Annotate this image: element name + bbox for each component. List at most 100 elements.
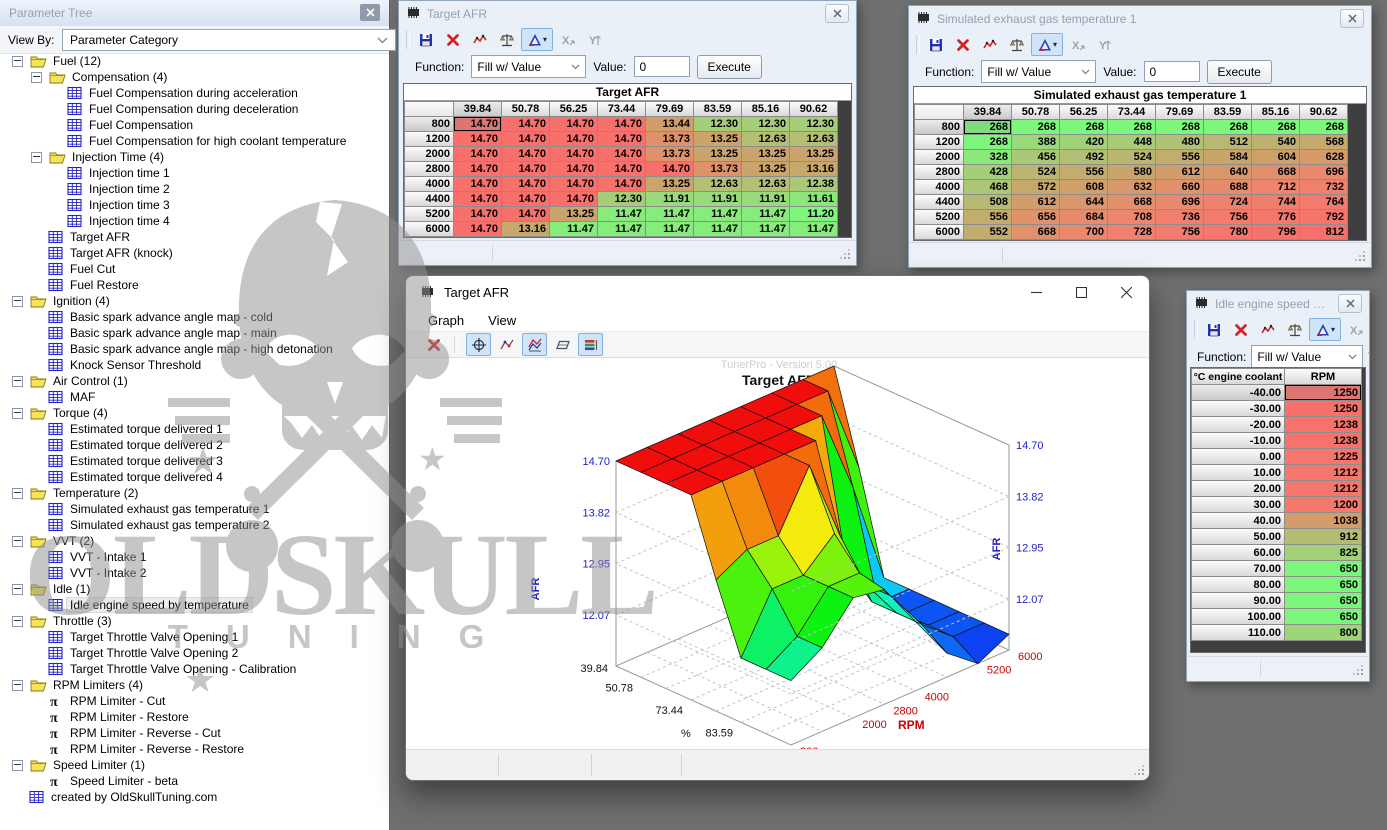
function-select[interactable]: Fill w/ Value [1251, 345, 1363, 368]
value-input[interactable]: 0 [634, 56, 690, 77]
column-header[interactable]: 85.16 [1252, 105, 1299, 119]
tree-item[interactable]: Injection time 3 [0, 197, 389, 213]
table-cell[interactable]: 13.25 [694, 147, 741, 161]
table-cell[interactable]: 696 [1156, 195, 1203, 209]
table-cell[interactable]: 11.47 [646, 207, 693, 221]
minimize-button[interactable] [1014, 276, 1059, 309]
table-cell[interactable]: 736 [1156, 210, 1203, 224]
table-cell[interactable]: 14.70 [550, 162, 597, 176]
table-cell[interactable]: 696 [1300, 165, 1347, 179]
tree-item[interactable]: Knock Sensor Threshold [0, 357, 389, 373]
row-header[interactable]: 4400 [915, 195, 963, 209]
table-cell[interactable]: 11.20 [790, 207, 837, 221]
table-cell[interactable]: 684 [1060, 210, 1107, 224]
tree-item[interactable]: Ignition (4) [0, 293, 389, 309]
table-cell[interactable]: 14.70 [598, 177, 645, 191]
table-cell[interactable]: 14.70 [550, 117, 597, 131]
tree-item[interactable]: Estimated torque delivered 2 [0, 437, 389, 453]
table-cell[interactable]: 13.25 [646, 177, 693, 191]
execute-button[interactable]: Execute [1207, 60, 1272, 84]
table-cell[interactable]: 812 [1300, 225, 1347, 239]
table-cell[interactable]: 11.91 [742, 192, 789, 206]
table-cell[interactable]: 796 [1252, 225, 1299, 239]
tree-item[interactable]: Target AFR [0, 229, 389, 245]
row-header[interactable]: 100.00 [1192, 609, 1284, 624]
tree-item[interactable]: created by OldSkullTuning.com [0, 789, 389, 805]
column-header[interactable]: RPM [1285, 369, 1361, 384]
table-cell[interactable]: 650 [1285, 593, 1361, 608]
trace-button[interactable] [494, 333, 519, 356]
table-cell[interactable]: 700 [1060, 225, 1107, 239]
delete-button[interactable] [1228, 318, 1253, 341]
row-header[interactable]: 2000 [915, 150, 963, 164]
resize-grip[interactable] [1353, 665, 1363, 675]
table-cell[interactable]: 1212 [1285, 481, 1361, 496]
tree-item[interactable]: πRPM Limiter - Reverse - Restore [0, 741, 389, 757]
collapse-icon[interactable] [31, 152, 42, 163]
table-cell[interactable]: 612 [1156, 165, 1203, 179]
table-cell[interactable]: 480 [1156, 135, 1203, 149]
row-header[interactable]: 30.00 [1192, 497, 1284, 512]
row-header[interactable]: -40.00 [1192, 385, 1284, 400]
table-cell[interactable]: 328 [964, 150, 1011, 164]
delta-button[interactable]: ▾ [521, 28, 553, 51]
table-cell[interactable]: 12.63 [790, 132, 837, 146]
row-header[interactable]: -20.00 [1192, 417, 1284, 432]
table-cell[interactable]: 580 [1108, 165, 1155, 179]
table-cell[interactable]: 13.25 [742, 147, 789, 161]
table-cell[interactable]: 650 [1285, 561, 1361, 576]
menu-view[interactable]: View [478, 312, 526, 329]
tree-item[interactable]: Target Throttle Valve Opening - Calibrat… [0, 661, 389, 677]
table-cell[interactable]: 632 [1108, 180, 1155, 194]
maximize-button[interactable] [1059, 276, 1104, 309]
graph-button[interactable] [467, 28, 492, 51]
delete-button[interactable] [950, 33, 975, 56]
table-cell[interactable]: 11.91 [646, 192, 693, 206]
compare-button[interactable] [494, 28, 519, 51]
column-header[interactable]: 79.69 [646, 102, 693, 116]
table-cell[interactable]: 14.70 [598, 132, 645, 146]
collapse-icon[interactable] [12, 584, 23, 595]
table-cell[interactable]: 14.70 [598, 117, 645, 131]
row-header[interactable]: 5200 [405, 207, 453, 221]
tree-item[interactable]: Estimated torque delivered 4 [0, 469, 389, 485]
table-cell[interactable]: 14.70 [454, 132, 501, 146]
table-cell[interactable]: 764 [1300, 195, 1347, 209]
table-cell[interactable]: 12.63 [694, 177, 741, 191]
table-cell[interactable]: 12.30 [742, 117, 789, 131]
flat-chart-button[interactable] [550, 333, 575, 356]
table-cell[interactable]: 268 [1252, 120, 1299, 134]
row-header[interactable]: 80.00 [1192, 577, 1284, 592]
table-cell[interactable]: 572 [1012, 180, 1059, 194]
column-header[interactable]: 73.44 [1108, 105, 1155, 119]
row-header[interactable]: -30.00 [1192, 401, 1284, 416]
collapse-icon[interactable] [12, 680, 23, 691]
table-cell[interactable]: 608 [1060, 180, 1107, 194]
close-button[interactable] [1104, 276, 1149, 309]
tree-item[interactable]: Basic spark advance angle map - main [0, 325, 389, 341]
table-cell[interactable]: 14.70 [454, 207, 501, 221]
column-header[interactable]: 73.44 [598, 102, 645, 116]
save-button[interactable] [413, 28, 438, 51]
tree-item[interactable]: Estimated torque delivered 3 [0, 453, 389, 469]
column-header[interactable]: 83.59 [694, 102, 741, 116]
row-header[interactable]: 6000 [405, 222, 453, 236]
tree-item[interactable]: Fuel Compensation during acceleration [0, 85, 389, 101]
row-header[interactable]: 4000 [405, 177, 453, 191]
surface-chart[interactable]: TunerPro - Version 5.00Target AFR14.7014… [406, 357, 1149, 749]
table-cell[interactable]: 388 [1012, 135, 1059, 149]
collapse-icon[interactable] [12, 488, 23, 499]
table-cell[interactable]: 1238 [1285, 417, 1361, 432]
table-cell[interactable]: 11.47 [694, 207, 741, 221]
tree-item[interactable]: Fuel Compensation [0, 117, 389, 133]
table-cell[interactable]: 656 [1012, 210, 1059, 224]
table-cell[interactable]: 11.47 [742, 207, 789, 221]
tree-item[interactable]: Injection time 1 [0, 165, 389, 181]
tree-item[interactable]: VVT (2) [0, 533, 389, 549]
table-cell[interactable]: 508 [964, 195, 1011, 209]
row-header[interactable]: 2000 [405, 147, 453, 161]
table-cell[interactable]: 13.25 [694, 132, 741, 146]
table-cell[interactable]: 912 [1285, 529, 1361, 544]
table-cell[interactable]: 11.47 [598, 207, 645, 221]
table-cell[interactable]: 14.70 [502, 132, 549, 146]
